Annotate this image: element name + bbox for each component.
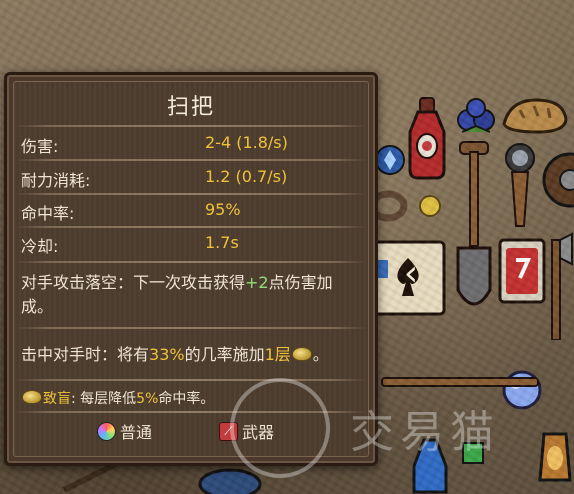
stat-value: 1.2 (0.7/s) [205,167,288,186]
hit-effect-stacks: 1层 [264,345,291,364]
stat-label: 冷却: [21,237,59,256]
divider [15,226,367,228]
hit-effect-text: 击中对手时：将有33%的几率施加1层 。 [21,343,361,367]
stat-value: 95% [205,200,241,219]
bread-item[interactable] [500,94,570,136]
stat-row-stamina: 耐力消耗: 1.2 (0.7/s) [21,167,361,193]
hit-effect-chance: 33% [149,345,185,364]
watermark-logo [230,378,330,478]
blind-desc-post: 命中率。 [158,391,215,407]
item-name: 扫把 [166,95,215,120]
divider [15,159,367,161]
stat-value: 1.7s [205,233,239,252]
stat-label: 伤害: [21,137,59,156]
gold-coin-item[interactable] [418,194,442,218]
miss-effect-text: 对手攻击落空：下一次攻击获得+2点伤害加成。 [21,271,361,319]
stat-label: 耐力消耗: [21,171,91,190]
red-rune-card-item[interactable] [498,238,546,304]
blind-status-icon [291,347,312,361]
chevron-left-icon[interactable]: ‹ [398,252,424,296]
stat-row-cooldown: 冷却: 1.7s [21,233,361,259]
torch-item[interactable] [500,140,540,230]
shovel-item[interactable] [452,140,496,320]
hit-effect-pre: 击中对手时：将有 [21,345,150,364]
hit-effect-mid: 的几率施加 [184,345,265,364]
divider [15,125,367,127]
tag-label: 普通 [120,423,153,442]
stat-label: 命中率: [21,204,75,223]
spiked-shield-item[interactable] [540,150,574,210]
hit-effect-post: 。 [312,345,329,364]
divider [15,193,367,195]
divider [15,327,367,329]
watermark: 交易猫 [230,378,570,488]
blind-desc-amount: 5% [136,391,159,407]
blind-status-icon [22,390,42,404]
red-potion-item[interactable] [404,96,450,180]
blind-desc-pre: : 每层降低 [71,391,137,407]
divider [15,261,367,263]
blind-name: 致盲 [43,391,71,407]
blueberries-item[interactable] [454,96,498,136]
rarity-common-icon [97,421,116,441]
axe-item[interactable] [536,230,574,340]
tag-rarity: 普通 [97,419,152,443]
miss-effect-pre: 对手攻击落空：下一次攻击获得 [21,273,246,292]
stat-value: 2-4 (1.8/s) [205,133,288,152]
stat-row-accuracy: 命中率: 95% [21,200,361,226]
stat-row-damage: 伤害: 2-4 (1.8/s) [21,133,361,159]
miss-effect-bonus: +2 [245,273,269,292]
watermark-text: 交易猫 [350,407,500,458]
